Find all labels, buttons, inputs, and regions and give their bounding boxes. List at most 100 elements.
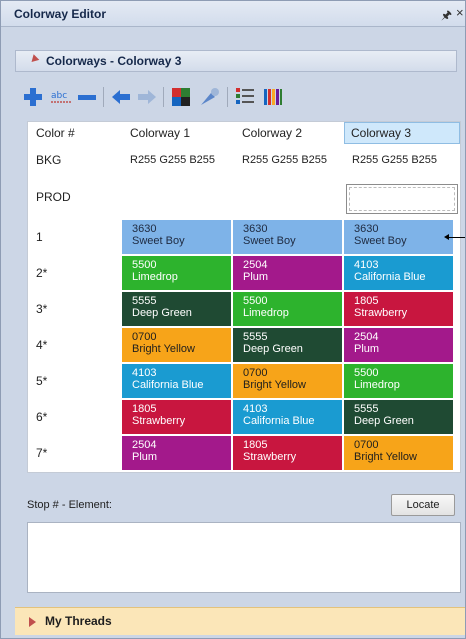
- color-cell[interactable]: 5500 Limedrop: [344, 364, 454, 399]
- list-icon[interactable]: [233, 85, 257, 109]
- color-cell[interactable]: 5555 Deep Green: [122, 292, 232, 327]
- color-name: Strawberry: [243, 451, 297, 463]
- row-number-label: 3*: [36, 302, 48, 316]
- header-colorway-3: Colorway 3: [351, 126, 412, 140]
- bkg-value-colorway-1[interactable]: R255 G255 B255: [130, 154, 215, 166]
- row-number-label: 1: [36, 230, 43, 244]
- color-cell[interactable]: 0700 Bright Yellow: [344, 436, 454, 471]
- row-number-label: 6*: [36, 410, 48, 424]
- color-name: Deep Green: [132, 307, 192, 319]
- row-number-label: 5*: [36, 374, 48, 388]
- locate-button[interactable]: Locate: [391, 494, 455, 516]
- color-cell[interactable]: 1805 Strawberry: [344, 292, 454, 327]
- bkg-value-colorway-2[interactable]: R255 G255 B255: [242, 154, 327, 166]
- color-code: 3630: [132, 223, 157, 235]
- color-name: California Blue: [132, 379, 204, 391]
- color-code: 4103: [243, 403, 268, 415]
- color-cell[interactable]: 2504 Plum: [122, 436, 232, 471]
- arrow-right-icon[interactable]: [135, 85, 159, 109]
- color-code: 1805: [354, 295, 379, 307]
- color-code: 0700: [243, 367, 268, 379]
- color-cell[interactable]: 2504 Plum: [233, 256, 343, 291]
- color-cell[interactable]: 5555 Deep Green: [344, 400, 454, 435]
- prod-label: PROD: [36, 190, 71, 204]
- collapse-triangle-icon[interactable]: [28, 54, 40, 65]
- color-code: 5555: [243, 331, 268, 343]
- color-name: California Blue: [354, 271, 426, 283]
- expand-triangle-icon[interactable]: [29, 617, 36, 627]
- color-cell[interactable]: 3630 Sweet Boy: [233, 220, 343, 255]
- pointer-arrow-icon: [444, 234, 449, 240]
- row-number-label: 4*: [36, 338, 48, 352]
- color-code: 2504: [354, 331, 379, 343]
- my-threads-header[interactable]: My Threads: [15, 607, 465, 635]
- color-name: Sweet Boy: [243, 235, 296, 247]
- section-title: Colorways - Colorway 3: [46, 54, 182, 68]
- close-icon[interactable]: ×: [456, 5, 464, 20]
- color-cell[interactable]: 1805 Strawberry: [122, 400, 232, 435]
- color-code: 1805: [243, 439, 268, 451]
- color-cell[interactable]: 2504 Plum: [344, 328, 454, 363]
- color-cell[interactable]: 5500 Limedrop: [233, 292, 343, 327]
- color-name: Sweet Boy: [132, 235, 185, 247]
- color-code: 5500: [132, 259, 157, 271]
- color-name: Deep Green: [243, 343, 303, 355]
- header-colorway-3-selected[interactable]: Colorway 3: [344, 122, 460, 144]
- bkg-value-colorway-3[interactable]: R255 G255 B255: [352, 154, 437, 166]
- row-number-label: 2*: [36, 266, 48, 280]
- color-code: 5555: [132, 295, 157, 307]
- colorway-editor-panel: Colorway Editor 🖈 × Colorways - Colorway…: [0, 0, 466, 639]
- color-code: 5500: [243, 295, 268, 307]
- remove-icon[interactable]: [75, 85, 99, 109]
- stop-element-box[interactable]: [27, 522, 461, 593]
- color-name: California Blue: [243, 415, 315, 427]
- window-titlebar: Colorway Editor 🖈 ×: [1, 1, 465, 27]
- header-color-number: Color #: [36, 126, 75, 140]
- color-code: 5500: [354, 367, 379, 379]
- color-name: Plum: [132, 451, 158, 463]
- color-picker-icon[interactable]: [197, 85, 221, 109]
- color-cell[interactable]: 4103 California Blue: [344, 256, 454, 291]
- color-name: Plum: [243, 271, 269, 283]
- color-cell[interactable]: 4103 California Blue: [233, 400, 343, 435]
- svg-text:abc: abc: [51, 91, 67, 101]
- palette-icon[interactable]: [261, 85, 285, 109]
- arrow-left-icon[interactable]: [109, 85, 133, 109]
- color-cell[interactable]: 4103 California Blue: [122, 364, 232, 399]
- color-cell[interactable]: 5500 Limedrop: [122, 256, 232, 291]
- bkg-label: BKG: [36, 153, 62, 167]
- color-cell[interactable]: 0700 Bright Yellow: [233, 364, 343, 399]
- color-cell[interactable]: 3630 Sweet Boy: [344, 220, 454, 255]
- color-cell[interactable]: 5555 Deep Green: [233, 328, 343, 363]
- colorway-grid-icon[interactable]: [169, 85, 193, 109]
- color-cell[interactable]: 1805 Strawberry: [233, 436, 343, 471]
- add-icon[interactable]: [21, 85, 45, 109]
- color-name: Bright Yellow: [132, 343, 195, 355]
- color-name: Limedrop: [132, 271, 178, 283]
- my-threads-label: My Threads: [45, 614, 112, 628]
- pointer-arrow-line: [447, 237, 465, 238]
- color-name: Sweet Boy: [354, 235, 407, 247]
- colorways-section-header[interactable]: Colorways - Colorway 3: [15, 50, 457, 72]
- prod-input-colorway-3[interactable]: [346, 184, 458, 214]
- toolbar-separator: [103, 87, 104, 107]
- color-code: 1805: [132, 403, 157, 415]
- color-cell[interactable]: 3630 Sweet Boy: [122, 220, 232, 255]
- color-code: 3630: [354, 223, 379, 235]
- color-code: 4103: [354, 259, 379, 271]
- color-code: 3630: [243, 223, 268, 235]
- header-colorway-2[interactable]: Colorway 2: [242, 126, 302, 140]
- header-colorway-1[interactable]: Colorway 1: [130, 126, 190, 140]
- window-title: Colorway Editor: [14, 7, 107, 21]
- color-name: Deep Green: [354, 415, 414, 427]
- rename-icon[interactable]: abc: [49, 85, 73, 109]
- color-name: Bright Yellow: [354, 451, 417, 463]
- pin-icon[interactable]: 🖈: [441, 6, 452, 27]
- color-name: Strawberry: [354, 307, 408, 319]
- color-code: 2504: [243, 259, 268, 271]
- color-code: 0700: [354, 439, 379, 451]
- colorway-toolbar: abc: [21, 81, 441, 115]
- color-name: Bright Yellow: [243, 379, 306, 391]
- color-cell[interactable]: 0700 Bright Yellow: [122, 328, 232, 363]
- color-code: 2504: [132, 439, 157, 451]
